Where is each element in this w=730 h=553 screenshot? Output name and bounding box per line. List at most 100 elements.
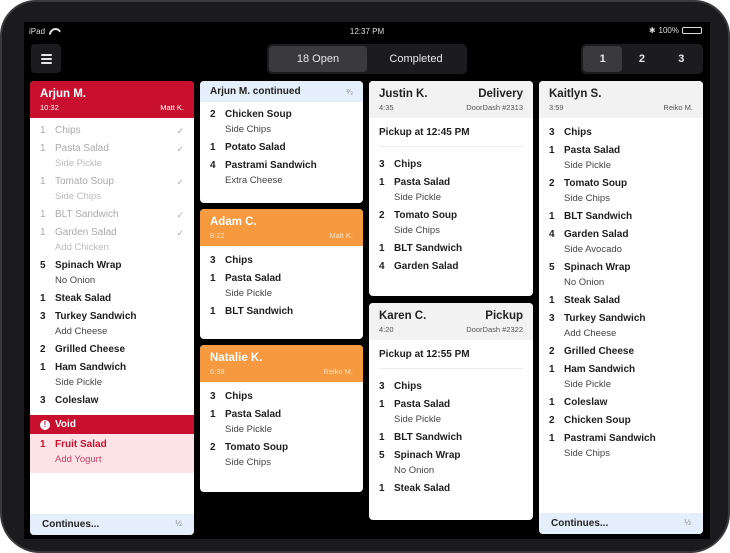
ticket-item[interactable]: 1 BLT Sandwich <box>539 211 703 223</box>
item-line: 1 Pasta Salad <box>549 145 693 157</box>
ticket-item[interactable]: 3 Chips <box>200 255 363 267</box>
ticket-item[interactable]: 1 Fruit Salad Add Yogurt <box>30 439 194 466</box>
item-name: Coleslaw <box>564 397 608 408</box>
ticket-item[interactable]: 1 Garden Salad ✓ Add Chicken <box>30 227 194 254</box>
ticket-item[interactable]: 2 Chicken Soup <box>539 415 703 427</box>
ticket-item[interactable]: 2 Tomato Soup Side Chips <box>539 178 703 205</box>
ticket-item[interactable]: 2 Tomato Soup Side Chips <box>200 442 363 469</box>
ticket-item[interactable]: 1 Ham Sandwich Side Pickle <box>539 364 703 391</box>
item-name: Chicken Soup <box>564 415 631 426</box>
item-line: 1 Ham Sandwich <box>40 362 184 374</box>
tab-open[interactable]: 18 Open <box>269 46 367 72</box>
ticket-item[interactable]: 3 Chips <box>200 391 363 403</box>
ticket-header[interactable]: Kaitlyn S. 3:59 Reiko M. <box>539 81 703 118</box>
page-tab-3[interactable]: 3 <box>662 46 701 72</box>
item-list: 3 Chips 1 Pasta Salad Side Pickle 1 BLT Sandwi… <box>369 377 533 503</box>
ticket-item[interactable]: 1 Chips ✓ <box>30 125 194 137</box>
ticket-arjun-continued[interactable]: Arjun M. continued ²⁄₂ 2 Chicken Soup Side… <box>200 81 363 203</box>
ticket-justin[interactable]: Justin K. Delivery 4:35 DoorDash #2313 P… <box>369 81 533 296</box>
ticket-header[interactable]: Natalie K. 6:38 Reiko M. <box>200 345 363 382</box>
ticket-kaitlyn[interactable]: Kaitlyn S. 3:59 Reiko M. 3 Chips 1 Pasta Sa… <box>539 81 703 534</box>
item-line: 1 Chips ✓ <box>40 125 184 137</box>
item-quantity: 1 <box>549 397 555 408</box>
item-modifier: Add Cheese <box>564 328 617 339</box>
item-quantity: 3 <box>549 127 555 138</box>
item-line: 5 Spinach Wrap <box>549 262 693 274</box>
ticket-item[interactable]: 1 Coleslaw <box>539 397 703 409</box>
ticket-header[interactable]: Arjun M. continued ²⁄₂ <box>200 81 363 102</box>
ticket-header[interactable]: Arjun M. 10:32 Matt K. <box>30 81 194 118</box>
ticket-item[interactable]: 1 Pasta Salad Side Pickle <box>200 409 363 436</box>
ticket-item[interactable]: 1 Pasta Salad Side Pickle <box>369 399 533 426</box>
ticket-item[interactable]: 5 Spinach Wrap No Onion <box>369 450 533 477</box>
item-quantity: 1 <box>379 399 385 410</box>
item-name: Pasta Salad <box>394 177 451 188</box>
ticket-karen[interactable]: Karen C. Pickup 4:20 DoorDash #2322 Pick… <box>369 303 533 520</box>
menu-button[interactable] <box>31 44 61 73</box>
ticket-item[interactable]: 4 Pastrami Sandwich Extra Cheese <box>200 160 363 187</box>
page-tab-2[interactable]: 2 <box>622 46 661 72</box>
ticket-item[interactable]: 4 Garden Salad Side Avocado <box>539 229 703 256</box>
ticket-item[interactable]: 1 Pasta Salad Side Pickle <box>200 273 363 300</box>
ticket-item[interactable]: 2 Tomato Soup Side Chips <box>369 210 533 237</box>
item-line: 1 Steak Salad <box>379 483 523 495</box>
ticket-item[interactable]: 3 Chips <box>539 127 703 139</box>
ticket-arjun[interactable]: Arjun M. 10:32 Matt K. 1 Chips ✓ 1 Pasta Sal… <box>30 81 194 535</box>
ticket-adam[interactable]: Adam C. 8:22 Matt K. 3 Chips 1 Pasta Salad S… <box>200 209 363 339</box>
item-line: 4 Pastrami Sandwich <box>210 160 353 172</box>
ticket-item[interactable]: 3 Turkey Sandwich Add Cheese <box>30 311 194 338</box>
ticket-item[interactable]: 1 Pasta Salad Side Pickle <box>539 145 703 172</box>
ticket-item[interactable]: 1 BLT Sandwich <box>200 306 363 318</box>
item-modifier: Side Pickle <box>394 192 441 203</box>
ticket-item[interactable]: 1 Steak Salad <box>539 295 703 307</box>
tab-completed[interactable]: Completed <box>367 46 465 72</box>
ticket-header[interactable]: Adam C. 8:22 Matt K. <box>200 209 363 246</box>
customer-name: Natalie K. <box>210 352 263 364</box>
ticket-header[interactable]: Karen C. Pickup 4:20 DoorDash #2322 <box>369 303 533 340</box>
item-modifier: Side Pickle <box>225 288 272 299</box>
item-modifier: Side Chips <box>564 193 610 204</box>
item-name: Steak Salad <box>564 295 621 306</box>
item-quantity: 1 <box>379 483 385 494</box>
continues-footer[interactable]: Continues... ½ <box>30 514 194 535</box>
order-type: Delivery <box>478 88 523 100</box>
continues-footer[interactable]: Continues... ½ <box>539 513 703 534</box>
elapsed-time: 6:38 <box>210 367 225 376</box>
ticket-item[interactable]: 1 BLT Sandwich ✓ <box>30 209 194 221</box>
ticket-item[interactable]: 2 Grilled Cheese <box>539 346 703 358</box>
ticket-item[interactable]: 2 Chicken Soup Side Chips <box>200 109 363 136</box>
ticket-item[interactable]: 3 Chips <box>369 159 533 171</box>
item-quantity: 4 <box>549 229 555 240</box>
ticket-item[interactable]: 1 Steak Salad <box>30 293 194 305</box>
pickup-time: Pickup at 12:55 PM <box>379 340 523 369</box>
ticket-item[interactable]: 1 BLT Sandwich <box>369 432 533 444</box>
continues-label: Continues... <box>551 518 609 529</box>
checkmark-icon: ✓ <box>176 177 184 187</box>
ticket-item[interactable]: 5 Spinach Wrap No Onion <box>30 260 194 287</box>
page-tab-1[interactable]: 1 <box>583 46 623 72</box>
server-name: Reiko M. <box>663 103 693 112</box>
item-line: 5 Spinach Wrap <box>40 260 184 272</box>
item-modifier: No Onion <box>394 465 435 476</box>
ticket-item[interactable]: 1 Steak Salad <box>369 483 533 495</box>
ticket-item[interactable]: 3 Coleslaw <box>30 395 194 407</box>
item-modifier: Side Chips <box>394 225 440 236</box>
item-name: Tomato Soup <box>564 178 628 189</box>
item-line: 1 Pasta Salad <box>379 399 523 411</box>
order-source: DoorDash #2313 <box>466 103 523 112</box>
item-name: Grilled Cheese <box>564 346 635 357</box>
ticket-item[interactable]: 3 Chips <box>369 381 533 393</box>
ticket-item[interactable]: 1 BLT Sandwich <box>369 243 533 255</box>
ticket-item[interactable]: 2 Grilled Cheese <box>30 344 194 356</box>
ticket-natalie[interactable]: Natalie K. 6:38 Reiko M. 3 Chips 1 Pasta Sa… <box>200 345 363 492</box>
ticket-item[interactable]: 5 Spinach Wrap No Onion <box>539 262 703 289</box>
ticket-item[interactable]: 1 Pasta Salad ✓ Side Pickle <box>30 143 194 170</box>
ticket-item[interactable]: 3 Turkey Sandwich Add Cheese <box>539 313 703 340</box>
ticket-header[interactable]: Justin K. Delivery 4:35 DoorDash #2313 <box>369 81 533 118</box>
ticket-item[interactable]: 1 Pastrami Sandwich Side Chips <box>539 433 703 460</box>
ticket-item[interactable]: 1 Tomato Soup ✓ Side Chips <box>30 176 194 203</box>
ticket-item[interactable]: 1 Ham Sandwich Side Pickle <box>30 362 194 389</box>
ticket-item[interactable]: 4 Garden Salad <box>369 261 533 273</box>
ticket-item[interactable]: 1 Pasta Salad Side Pickle <box>369 177 533 204</box>
ticket-item[interactable]: 1 Potato Salad <box>200 142 363 154</box>
